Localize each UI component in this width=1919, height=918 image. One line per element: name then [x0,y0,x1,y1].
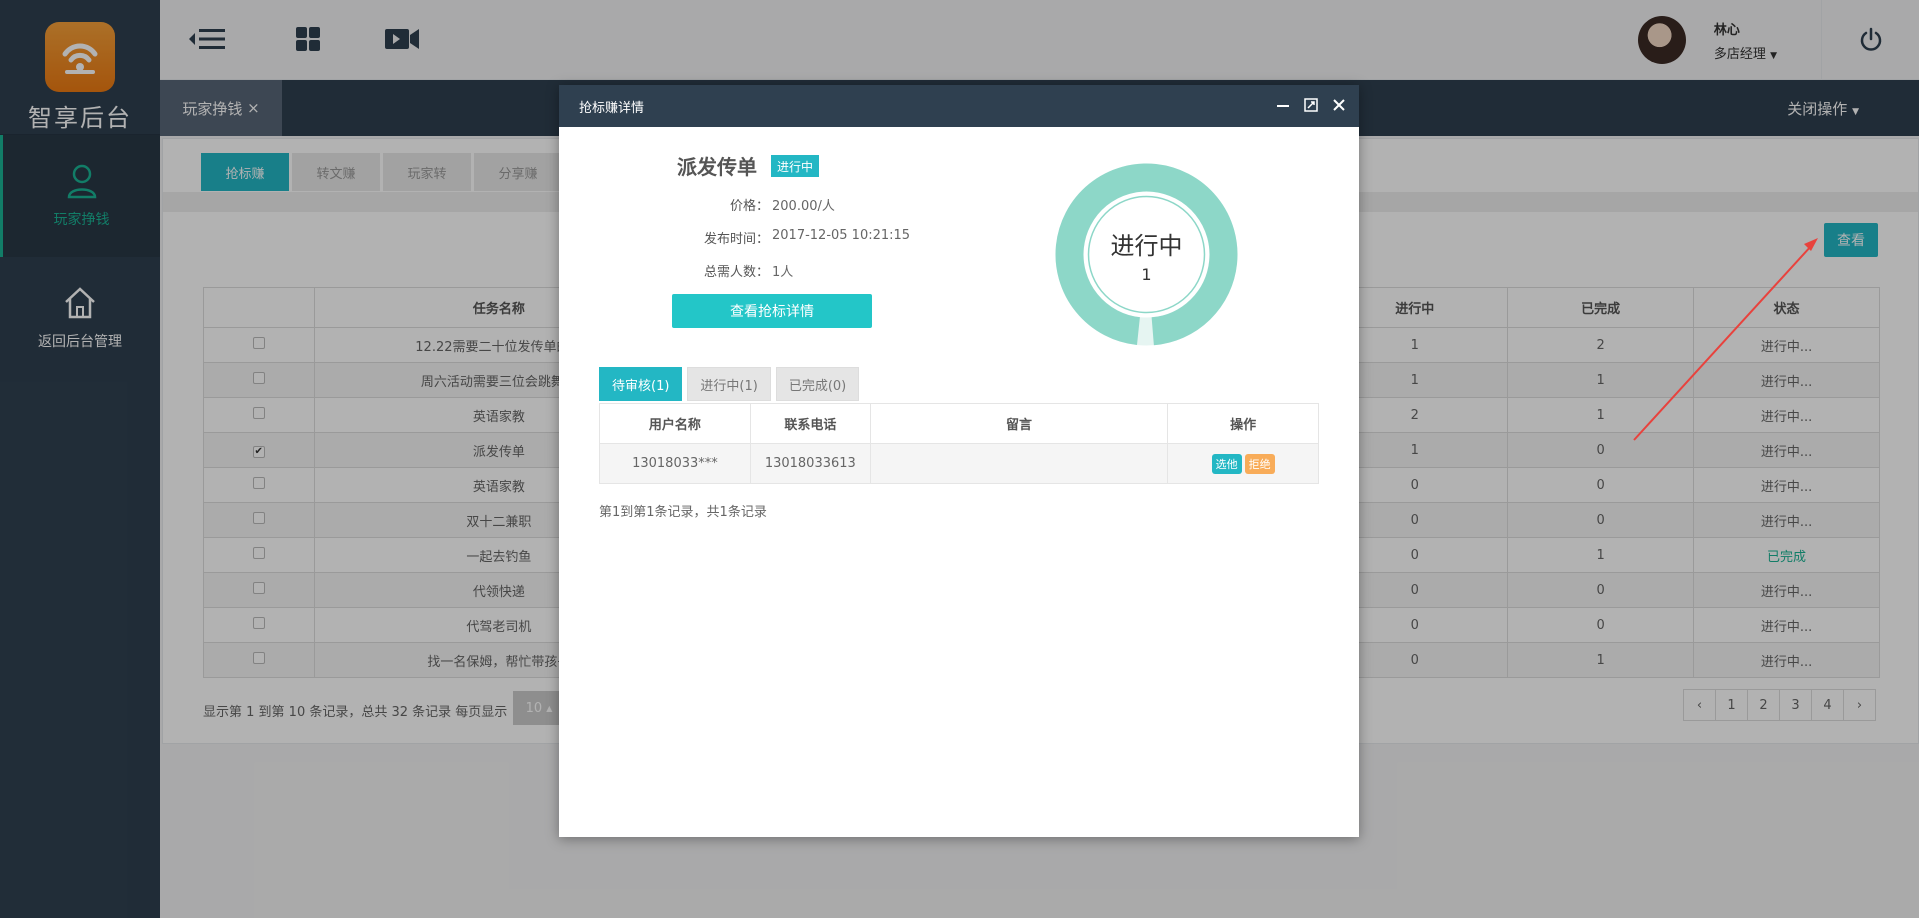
table-header-row: 用户名称 联系电话 留言 操作 [599,403,1319,444]
col-user: 用户名称 [599,403,751,444]
cell-user: 13018033*** [599,443,751,484]
modal-header: 抢标赚详情 [559,85,1359,127]
applicant-table: 用户名称 联系电话 留言 操作 13018033*** 13018033613 … [599,403,1319,484]
minimize-icon[interactable] [1275,97,1291,113]
people-label: 总需人数： [703,265,769,280]
price-value: 200.00/人 [772,199,835,214]
close-icon[interactable] [1331,97,1347,113]
publish-time-label: 发布时间： [703,232,769,247]
modal-record-info: 第1到第1条记录，共1条记录 [599,505,767,520]
ring-label: 进行中 [1110,231,1183,260]
reject-button[interactable]: 拒绝 [1244,453,1275,474]
select-button[interactable]: 选他 [1211,453,1242,474]
col-actions: 操作 [1167,403,1319,444]
status-badge: 进行中 [771,155,820,177]
col-phone: 联系电话 [749,403,871,444]
tab-completed[interactable]: 已完成(0) [775,367,860,401]
task-title: 派发传单 [677,155,757,179]
modal-title: 抢标赚详情 [579,100,645,116]
ring-count: 1 [1141,264,1152,284]
table-row: 13018033*** 13018033613 选他 拒绝 [599,443,1319,484]
progress-ring: 进行中 1 [1054,162,1239,347]
maximize-icon[interactable] [1303,97,1319,113]
tab-in-progress[interactable]: 进行中(1) [687,367,771,401]
cell-phone: 13018033613 [749,443,871,484]
tab-pending-review[interactable]: 待审核(1) [599,367,683,401]
publish-time-value: 2017-12-05 10:21:15 [772,228,911,243]
price-label: 价格： [729,199,769,214]
view-bid-detail-button[interactable]: 查看抢标详情 [672,294,872,328]
cell-actions: 选他 拒绝 [1167,443,1319,484]
bid-detail-modal: 抢标赚详情 派发传单 进行中 价格： 200.00/人 发布时间： 2017-1… [559,85,1359,837]
col-message: 留言 [869,403,1169,444]
cell-message [869,443,1169,484]
people-value: 1人 [772,265,794,280]
modal-tabs: 待审核(1) 进行中(1) 已完成(0) [599,367,864,401]
